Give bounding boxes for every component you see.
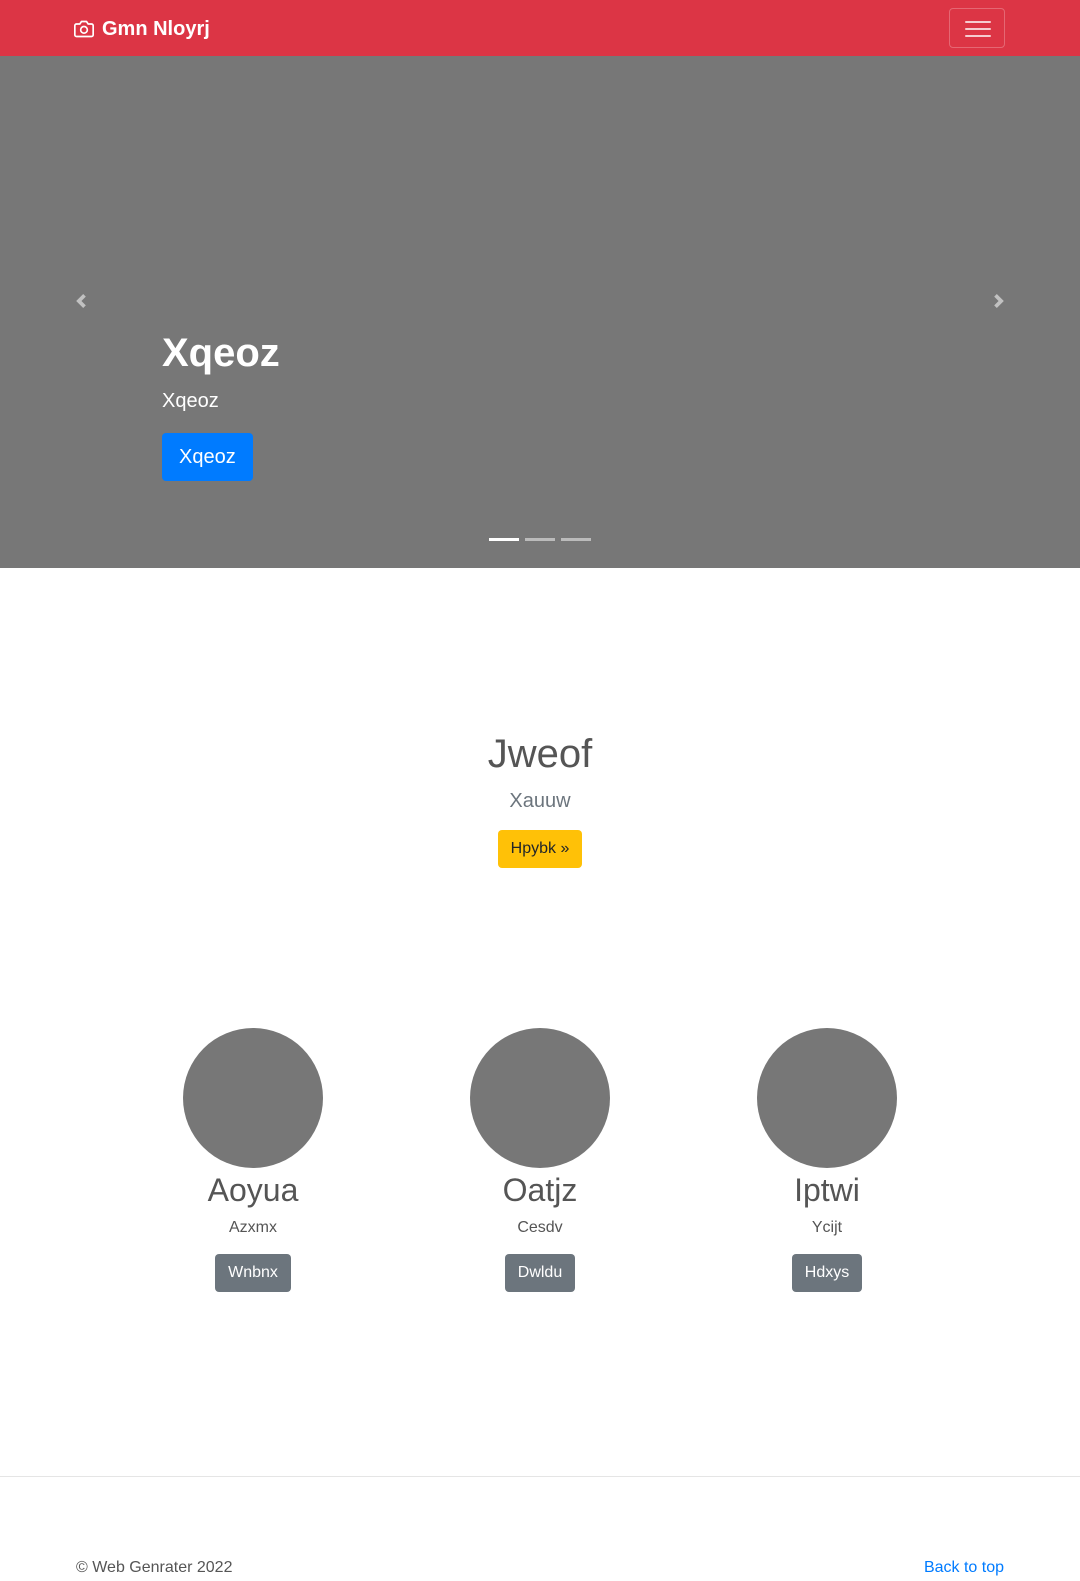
carousel-heading: Xqeoz — [162, 331, 280, 375]
column-2: Oatjz Cesdv Dwldu — [390, 1028, 690, 1292]
placeholder-image — [183, 1028, 323, 1168]
footer-copyright: © Web Genrater 2022 — [76, 1559, 233, 1576]
brand-name: Gmn Nloyrj — [102, 17, 210, 40]
camera-icon — [74, 20, 94, 38]
feature-button[interactable]: Hpybk » — [497, 830, 583, 868]
chevron-left-icon — [76, 294, 86, 308]
navbar: Gmn Nloyrj — [0, 0, 1080, 56]
column-button[interactable]: Dwldu — [504, 1254, 576, 1292]
carousel-indicators — [489, 538, 591, 541]
footer-divider — [0, 1476, 1080, 1477]
hamburger-menu-icon — [965, 21, 991, 23]
feature-lead: Xauuw — [509, 790, 571, 812]
carousel-next-button[interactable] — [984, 286, 1014, 316]
column-text: Cesdv — [517, 1219, 563, 1236]
back-to-top-link[interactable]: Back to top — [924, 1559, 1004, 1577]
carousel-indicator-2[interactable] — [525, 538, 555, 541]
column-title: Oatjz — [502, 1172, 578, 1208]
column-3: Iptwi Ycijt Hdxys — [677, 1028, 977, 1292]
placeholder-image — [470, 1028, 610, 1168]
carousel-caption: Xqeoz Xqeoz Xqeoz — [162, 329, 280, 481]
column-text: Azxmx — [229, 1219, 277, 1236]
carousel-prev-button[interactable] — [66, 286, 96, 316]
carousel-text: Xqeoz — [162, 390, 219, 412]
carousel-indicator-3[interactable] — [561, 538, 591, 541]
column-title: Aoyua — [207, 1172, 299, 1208]
column-1: Aoyua Azxmx Wnbnx — [103, 1028, 403, 1292]
carousel-indicator-1[interactable] — [489, 538, 519, 541]
placeholder-image — [757, 1028, 897, 1168]
chevron-right-icon — [994, 294, 1004, 308]
column-button[interactable]: Wnbnx — [215, 1254, 291, 1292]
feature-heading: Jweof — [487, 732, 593, 776]
carousel-cta-button[interactable]: Xqeoz — [162, 433, 253, 481]
column-button[interactable]: Hdxys — [791, 1254, 863, 1292]
column-text: Ycijt — [811, 1219, 843, 1236]
feature-section: Jweof Xauuw Hpybk » — [0, 730, 1080, 868]
hero-carousel: Xqeoz Xqeoz Xqeoz — [0, 56, 1080, 568]
navbar-toggler-button[interactable] — [949, 8, 1005, 48]
column-title: Iptwi — [794, 1172, 860, 1208]
brand-link[interactable]: Gmn Nloyrj — [74, 16, 210, 42]
